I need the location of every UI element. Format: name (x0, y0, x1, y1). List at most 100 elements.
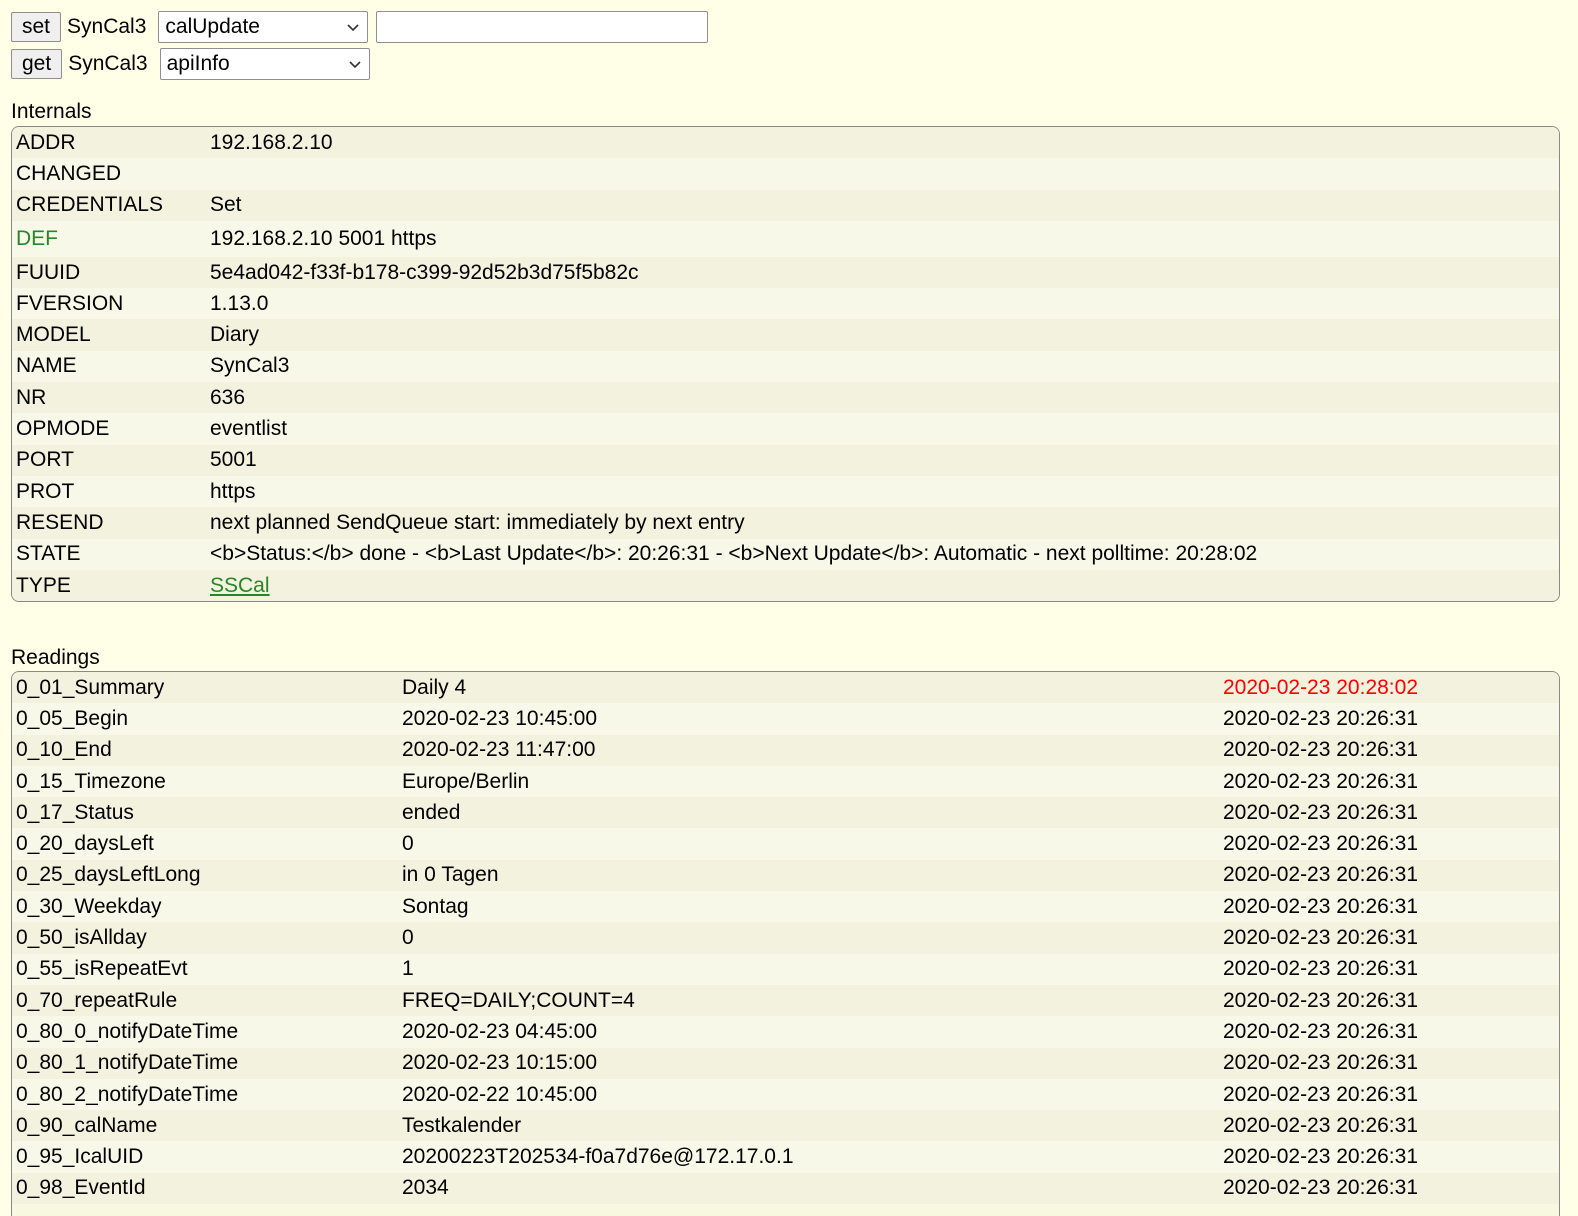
reading-name[interactable]: 0_20_daysLeft (12, 828, 398, 860)
reading-row: 0_55_isRepeatEvt 1 2020-02-23 20:26:31 (12, 953, 1559, 985)
reading-value: in 0 Tagen (398, 859, 1219, 892)
internal-value: eventlist (206, 413, 1559, 445)
set-device-name: SynCal3 (67, 15, 147, 38)
reading-name[interactable]: 0_70_repeatRule (12, 984, 398, 1017)
reading-value: 0 (398, 922, 1219, 954)
reading-name[interactable]: 0_17_Status (12, 797, 398, 829)
internal-key[interactable]: DEF (12, 220, 206, 257)
chevron-down-icon (347, 24, 359, 32)
internals-row: STATE <b>Status:</b> done - <b>Last Updat… (12, 538, 1559, 570)
get-command-select[interactable]: apiInfo (159, 48, 370, 80)
reading-value: 2034 (398, 1172, 1219, 1205)
reading-row: 0_80_0_notifyDateTime 2020-02-23 04:45:00… (12, 1016, 1559, 1048)
reading-name[interactable]: 0_15_Timezone (12, 765, 398, 798)
reading-row: 0_95_IcalUID 20200223T202534-f0a7d76e@172… (12, 1141, 1559, 1173)
reading-value: 1 (398, 953, 1219, 985)
get-button[interactable]: get (11, 49, 63, 79)
internal-key: NAME (12, 350, 206, 383)
internal-key: PROT (12, 475, 206, 508)
reading-row: 0_80_1_notifyDateTime 2020-02-23 10:15:00… (12, 1047, 1559, 1079)
reading-timestamp: 2020-02-23 20:26:31 (1219, 1110, 1559, 1142)
reading-timestamp: 2020-02-23 20:26:31 (1219, 797, 1559, 829)
reading-name[interactable]: 0_95_IcalUID (12, 1141, 398, 1173)
reading-timestamp: 2020-02-23 20:26:31 (1219, 734, 1559, 766)
reading-name[interactable]: 0_98_EventId (12, 1172, 398, 1205)
reading-row: 0_20_daysLeft 0 2020-02-23 20:26:31 (12, 828, 1559, 860)
readings-table: 0_01_Summary Daily 4 2020-02-23 20:28:02 0_… (12, 672, 1559, 1205)
internals-row: MODEL Diary (12, 319, 1559, 351)
reading-value: Europe/Berlin (398, 765, 1219, 798)
reading-row: 0_80_2_notifyDateTime 2020-02-22 10:45:00… (12, 1078, 1559, 1111)
type-link[interactable]: SSCal (210, 574, 270, 597)
set-value-input[interactable] (376, 11, 709, 43)
set-command-select[interactable]: calUpdate (158, 11, 369, 43)
internal-value: Diary (206, 319, 1559, 351)
reading-name[interactable]: 0_25_daysLeftLong (12, 859, 398, 892)
reading-timestamp: 2020-02-23 20:26:31 (1219, 859, 1559, 892)
internal-value: https (206, 475, 1559, 508)
reading-name[interactable]: 0_90_calName (12, 1110, 398, 1142)
internal-value: next planned SendQueue start: immediatel… (206, 507, 1559, 539)
reading-value: 2020-02-23 04:45:00 (398, 1016, 1219, 1048)
internals-row: TYPE SSCal (12, 569, 1559, 602)
internal-value: 5e4ad042-f33f-b178-c399-92d52b3d75f5b82c (206, 256, 1559, 289)
internals-title: Internals (11, 100, 92, 123)
get-command-selected: apiInfo (166, 52, 230, 75)
reading-name[interactable]: 0_10_End (12, 734, 398, 766)
internals-row: RESEND next planned SendQueue start: imme… (12, 507, 1559, 539)
reading-timestamp: 2020-02-23 20:26:31 (1219, 1141, 1559, 1173)
reading-name[interactable]: 0_80_1_notifyDateTime (12, 1047, 398, 1079)
internal-key: ADDR (12, 127, 206, 159)
internal-key: STATE (12, 538, 206, 570)
internal-key: FUUID (12, 256, 206, 289)
internal-value: SSCal (206, 569, 1559, 602)
internal-key: RESEND (12, 507, 206, 539)
reading-value: 20200223T202534-f0a7d76e@172.17.0.1 (398, 1141, 1219, 1173)
set-command-selected: calUpdate (165, 15, 260, 38)
reading-value: Sontag (398, 891, 1219, 923)
reading-timestamp: 2020-02-23 20:26:31 (1219, 1047, 1559, 1079)
reading-value: Testkalender (398, 1110, 1219, 1142)
reading-row: 0_25_daysLeftLong in 0 Tagen 2020-02-23 20… (12, 859, 1559, 892)
set-command-row: set SynCal3 calUpdate (11, 11, 709, 43)
internals-block: ADDR 192.168.2.10 CHANGED CREDENTIALS Set DEF… (11, 126, 1560, 603)
reading-name[interactable]: 0_80_0_notifyDateTime (12, 1016, 398, 1048)
reading-row: 0_05_Begin 2020-02-23 10:45:00 2020-02-23 … (12, 703, 1559, 735)
internal-value: 1.13.0 (206, 288, 1559, 320)
reading-row: 0_17_Status ended 2020-02-23 20:26:31 (12, 797, 1559, 829)
reading-row: 0_90_calName Testkalender 2020-02-23 20:26… (12, 1110, 1559, 1142)
reading-timestamp: 2020-02-23 20:26:31 (1219, 828, 1559, 860)
internal-value (206, 158, 1559, 190)
reading-timestamp: 2020-02-23 20:26:31 (1219, 891, 1559, 923)
reading-timestamp: 2020-02-23 20:26:31 (1219, 765, 1559, 798)
reading-name[interactable]: 0_80_2_notifyDateTime (12, 1078, 398, 1111)
reading-name[interactable]: 0_55_isRepeatEvt (12, 953, 398, 985)
internal-value: 192.168.2.10 5001 https (206, 220, 1559, 257)
reading-value: 2020-02-23 10:45:00 (398, 703, 1219, 735)
reading-name[interactable]: 0_30_Weekday (12, 891, 398, 923)
reading-timestamp: 2020-02-23 20:26:31 (1219, 1172, 1559, 1205)
internal-value: <b>Status:</b> done - <b>Last Update</b>… (206, 538, 1559, 570)
get-command-row: get SynCal3 apiInfo (11, 48, 370, 80)
reading-row: 0_30_Weekday Sontag 2020-02-23 20:26:31 (12, 891, 1559, 923)
internal-key: NR (12, 382, 206, 414)
internals-row: ADDR 192.168.2.10 (12, 127, 1559, 159)
readings-block: 0_01_Summary Daily 4 2020-02-23 20:28:02 0_… (11, 671, 1560, 1216)
internal-value: 192.168.2.10 (206, 127, 1559, 159)
reading-value: 2020-02-22 10:45:00 (398, 1078, 1219, 1111)
reading-value: Daily 4 (398, 672, 1219, 704)
get-device-name: SynCal3 (68, 52, 148, 75)
chevron-down-icon (349, 61, 361, 69)
reading-timestamp: 2020-02-23 20:26:31 (1219, 984, 1559, 1017)
reading-timestamp: 2020-02-23 20:26:31 (1219, 922, 1559, 954)
reading-timestamp: 2020-02-23 20:26:31 (1219, 953, 1559, 985)
reading-name[interactable]: 0_50_isAllday (12, 922, 398, 954)
internal-value: 636 (206, 382, 1559, 414)
set-button[interactable]: set (11, 12, 62, 42)
reading-value: 2020-02-23 11:47:00 (398, 734, 1219, 766)
internals-row: NAME SynCal3 (12, 350, 1559, 383)
internals-row: CHANGED (12, 158, 1559, 190)
reading-name[interactable]: 0_01_Summary (12, 672, 398, 704)
reading-name[interactable]: 0_05_Begin (12, 703, 398, 735)
reading-row: 0_15_Timezone Europe/Berlin 2020-02-23 20:… (12, 765, 1559, 798)
